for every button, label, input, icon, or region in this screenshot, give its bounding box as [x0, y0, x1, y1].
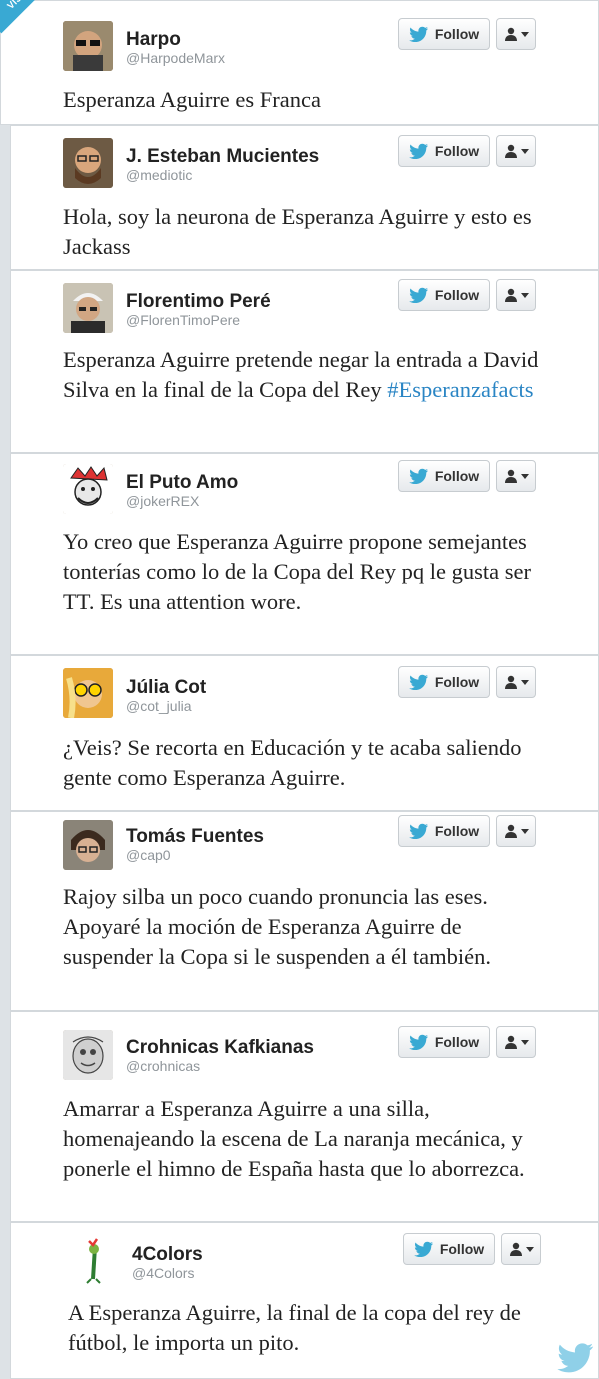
user-actions-button[interactable] — [501, 1233, 541, 1265]
user-name[interactable]: Júlia Cot — [126, 677, 206, 699]
twitter-bird-icon — [557, 1343, 594, 1373]
twitter-bird-icon — [409, 674, 429, 690]
person-icon — [504, 288, 518, 302]
person-icon — [504, 824, 518, 838]
follow-label: Follow — [434, 143, 480, 159]
follow-label: Follow — [434, 287, 480, 303]
chevron-down-icon — [520, 828, 529, 834]
tweet-text: Rajoy silba un poco cuando pronuncia las… — [63, 884, 492, 969]
twitter-bird-icon — [409, 1034, 429, 1050]
user-handle[interactable]: @4Colors — [132, 1265, 194, 1281]
user-handle[interactable]: @cap0 — [126, 847, 171, 863]
tweet-text: Amarrar a Esperanza Aguirre a una silla,… — [63, 1096, 525, 1181]
follow-button[interactable]: Follow — [398, 815, 490, 847]
tweet-card: Crohnicas Kafkianas @crohnicas Follow Am… — [10, 1011, 599, 1222]
user-handle[interactable]: @jokerREX — [126, 493, 199, 509]
user-actions-button[interactable] — [496, 460, 536, 492]
avatar[interactable] — [63, 1030, 113, 1080]
avatar[interactable] — [63, 820, 113, 870]
avatar[interactable] — [63, 668, 113, 718]
follow-button[interactable]: Follow — [398, 279, 490, 311]
tweet-card: Tomás Fuentes @cap0 Follow Rajoy silba u… — [10, 811, 599, 1011]
tweet-card: Florentimo Peré @FlorenTimoPere Follow E… — [10, 270, 599, 453]
user-handle[interactable]: @mediotic — [126, 167, 192, 183]
avatar[interactable] — [63, 464, 113, 514]
follow-button[interactable]: Follow — [398, 1026, 490, 1058]
tweet-card: 4Colors @4Colors Follow A Esperanza Agui… — [10, 1222, 599, 1379]
tweet-card: J. Esteban Mucientes @mediotic Follow Ho… — [10, 125, 599, 270]
follow-label: Follow — [434, 823, 480, 839]
avatar[interactable] — [69, 1235, 119, 1285]
person-icon — [504, 27, 518, 41]
tweet-text: Esperanza Aguirre pretende negar la entr… — [63, 345, 553, 405]
user-actions-button[interactable] — [496, 1026, 536, 1058]
avatar[interactable] — [63, 138, 113, 188]
tweet-text: Yo creo que Esperanza Aguirre propone se… — [63, 529, 532, 614]
avatar[interactable] — [63, 283, 113, 333]
follow-label: Follow — [434, 1034, 480, 1050]
person-icon — [509, 1242, 523, 1256]
person-icon — [504, 1035, 518, 1049]
chevron-down-icon — [520, 1039, 529, 1045]
user-handle[interactable]: @crohnicas — [126, 1058, 200, 1074]
twitter-bird-icon — [409, 823, 429, 839]
user-actions-button[interactable] — [496, 279, 536, 311]
avatar[interactable] — [63, 21, 113, 71]
follow-label: Follow — [434, 26, 480, 42]
user-actions-button[interactable] — [496, 815, 536, 847]
user-name[interactable]: Florentimo Peré — [126, 291, 271, 313]
user-actions-button[interactable] — [496, 135, 536, 167]
user-name[interactable]: Crohnicas Kafkianas — [126, 1037, 314, 1059]
twitter-bird-icon — [409, 26, 429, 42]
user-handle[interactable]: @cot_julia — [126, 698, 192, 714]
twitter-bird-icon — [409, 468, 429, 484]
chevron-down-icon — [520, 473, 529, 479]
follow-button[interactable]: Follow — [398, 460, 490, 492]
user-actions-button[interactable] — [496, 666, 536, 698]
follow-label: Follow — [434, 468, 480, 484]
user-name[interactable]: Tomás Fuentes — [126, 826, 264, 848]
tweet-card: El Puto Amo @jokerREX Follow Yo creo que… — [10, 453, 599, 655]
person-icon — [504, 469, 518, 483]
follow-button[interactable]: Follow — [398, 666, 490, 698]
tweet-text: A Esperanza Aguirre, la final de la copa… — [68, 1300, 521, 1355]
user-handle[interactable]: @HarpodeMarx — [126, 50, 225, 66]
twitter-bird-icon — [414, 1241, 434, 1257]
tweet-card: Júlia Cot @cot_julia Follow ¿Veis? Se re… — [10, 655, 599, 811]
person-icon — [504, 144, 518, 158]
chevron-down-icon — [520, 292, 529, 298]
tweet-text: ¿Veis? Se recorta en Educación y te acab… — [63, 735, 522, 790]
twitter-bird-icon — [409, 287, 429, 303]
follow-label: Follow — [434, 674, 480, 690]
user-name[interactable]: Harpo — [126, 29, 181, 51]
chevron-down-icon — [520, 148, 529, 154]
follow-label: Follow — [439, 1241, 485, 1257]
follow-button[interactable]: Follow — [403, 1233, 495, 1265]
hashtag-link[interactable]: #Esperanzafacts — [387, 377, 533, 402]
follow-button[interactable]: Follow — [398, 18, 490, 50]
chevron-down-icon — [525, 1246, 534, 1252]
user-name[interactable]: J. Esteban Mucientes — [126, 146, 319, 168]
user-name[interactable]: El Puto Amo — [126, 472, 238, 494]
tweet-text: Hola, soy la neurona de Esperanza Aguirr… — [63, 204, 532, 259]
tweet-card: Harpo @HarpodeMarx Follow Esperanza Agui… — [0, 0, 599, 125]
follow-button[interactable]: Follow — [398, 135, 490, 167]
chevron-down-icon — [520, 679, 529, 685]
user-name[interactable]: 4Colors — [132, 1244, 203, 1266]
user-handle[interactable]: @FlorenTimoPere — [126, 312, 240, 328]
twitter-bird-icon — [409, 143, 429, 159]
user-actions-button[interactable] — [496, 18, 536, 50]
person-icon — [504, 675, 518, 689]
chevron-down-icon — [520, 31, 529, 37]
tweet-text: Esperanza Aguirre es Franca — [63, 87, 322, 112]
